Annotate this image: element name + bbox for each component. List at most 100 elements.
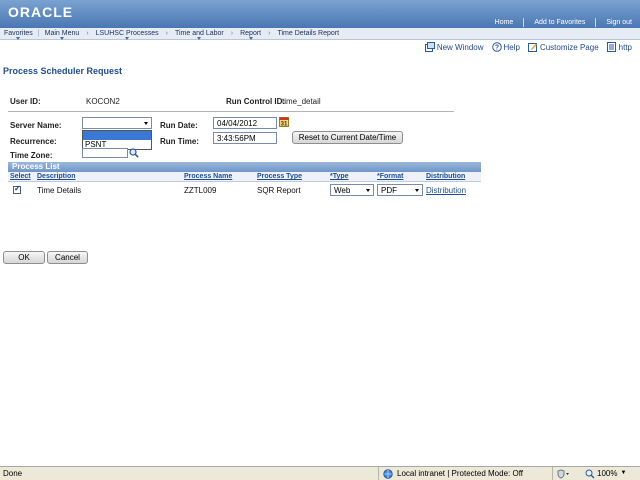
new-window-label: New Window [436, 42, 484, 52]
http-icon [606, 42, 617, 52]
new-window-link[interactable]: New Window [424, 42, 484, 52]
process-list-header: Process List [8, 162, 481, 172]
help-link[interactable]: ? Help [491, 42, 520, 52]
server-option-blank[interactable] [83, 131, 151, 140]
protected-mode-menu[interactable] [552, 467, 569, 480]
shield-icon [557, 468, 569, 479]
select-checkbox[interactable] [13, 184, 21, 194]
distribution-link[interactable]: Distribution [426, 186, 466, 195]
column-header-select[interactable]: Select [10, 173, 31, 180]
row-process-name: ZZTL009 [184, 186, 217, 195]
home-link[interactable]: Home [495, 19, 514, 26]
divider [8, 111, 454, 112]
zoom-icon [585, 469, 595, 478]
breadcrumb-separator-icon: › [268, 30, 271, 37]
chevron-down-icon [16, 37, 21, 40]
zoom-level: 100% [597, 469, 618, 478]
chevron-down-icon: ▼ [620, 470, 627, 476]
breadcrumb-label: Time and Labor [174, 30, 224, 37]
chevron-down-icon [197, 37, 202, 40]
security-zone-label: Local intranet | Protected Mode: Off [397, 469, 523, 478]
run-control-id-value: time_detail [282, 97, 321, 106]
time-zone-input[interactable] [82, 148, 128, 158]
column-header-distribution[interactable]: Distribution [426, 173, 465, 180]
server-name-dropdown-list: PSNT [82, 130, 152, 150]
header-links: Home Add to Favorites Sign out [495, 18, 632, 27]
favorites-menu-label: Favorites [4, 30, 33, 37]
add-to-favorites-link[interactable]: Add to Favorites [534, 19, 585, 26]
link-divider [523, 18, 525, 27]
main-menu[interactable]: Main Menu [41, 30, 84, 40]
app-header: ORACLE Home Add to Favorites Sign out [0, 0, 640, 28]
table-row: Time Details ZZTL009 SQR Report Web PDF … [8, 183, 481, 197]
http-link[interactable]: http [606, 42, 632, 52]
chevron-down-icon [415, 189, 419, 192]
column-header-description[interactable]: Description [37, 173, 76, 180]
user-id-value: KOCON2 [86, 97, 120, 106]
http-label: http [618, 42, 632, 52]
zoom-control[interactable]: 100% ▼ [585, 467, 626, 480]
page-toolbar: New Window ? Help Customize Page http [417, 42, 632, 52]
process-list-column-headers: Select Description Process Name Process … [8, 172, 481, 182]
server-name-label: Server Name: [10, 121, 62, 130]
column-header-format[interactable]: *Format [377, 173, 403, 180]
chevron-down-icon [248, 37, 253, 40]
user-id-label: User ID: [10, 97, 41, 106]
status-text: Done [3, 469, 23, 478]
svg-text:31: 31 [281, 122, 288, 127]
sign-out-link[interactable]: Sign out [606, 19, 632, 26]
chevron-down-icon [144, 122, 148, 125]
breadcrumb-separator-icon: › [230, 30, 234, 37]
breadcrumb-time-details-report: Time Details Report [273, 30, 343, 37]
column-header-process-type[interactable]: Process Type [257, 173, 302, 180]
local-intranet-icon [383, 468, 393, 479]
browser-status-bar: Done Local intranet | Protected Mode: Of… [0, 466, 640, 480]
new-window-icon [424, 42, 435, 52]
type-selected-value: Web [334, 186, 351, 195]
page-title: Process Scheduler Request [3, 66, 123, 76]
column-header-type[interactable]: *Type [330, 173, 349, 180]
customize-page-icon [527, 42, 538, 52]
format-selected-value: PDF [381, 186, 397, 195]
help-label: Help [503, 42, 520, 52]
security-zone: Local intranet | Protected Mode: Off [378, 467, 523, 480]
menu-bar: Favorites | Main Menu › LSUHSC Processes… [0, 28, 640, 40]
recurrence-label: Recurrence: [10, 137, 57, 146]
time-zone-label: Time Zone: [10, 151, 53, 160]
breadcrumb-separator-icon: › [86, 30, 89, 37]
run-time-label: Run Time: [160, 137, 199, 146]
customize-page-link[interactable]: Customize Page [527, 42, 599, 52]
reset-to-current-datetime-button[interactable]: Reset to Current Date/Time [292, 131, 403, 144]
breadcrumb-label: LSUHSC Processes [95, 30, 159, 37]
link-divider [595, 18, 597, 27]
type-select[interactable]: Web [330, 184, 374, 196]
oracle-logo: ORACLE [8, 4, 74, 20]
customize-page-label: Customize Page [539, 42, 599, 52]
breadcrumb-report[interactable]: Report [236, 30, 265, 40]
run-control-id-label: Run Control ID: [226, 97, 286, 106]
help-icon: ? [491, 42, 502, 52]
run-date-input[interactable]: 04/04/2012 [213, 117, 277, 129]
breadcrumb-separator-icon: › [165, 30, 168, 37]
breadcrumb-label: Time Details Report [277, 30, 340, 37]
chevron-down-icon [366, 189, 370, 192]
server-name-select[interactable] [82, 117, 152, 129]
main-menu-label: Main Menu [44, 30, 80, 37]
breadcrumb-label: Report [240, 30, 262, 37]
format-select[interactable]: PDF [377, 184, 423, 196]
chevron-down-icon [59, 37, 64, 40]
calendar-icon[interactable]: 31 [279, 117, 289, 128]
run-time-input[interactable]: 3:43:56PM [213, 132, 277, 144]
search-icon[interactable] [129, 148, 139, 158]
cancel-button[interactable]: Cancel [47, 251, 88, 264]
row-description: Time Details [37, 186, 82, 195]
breadcrumb-time-and-labor[interactable]: Time and Labor [171, 30, 228, 40]
column-header-process-name[interactable]: Process Name [184, 173, 232, 180]
ok-button[interactable]: OK [3, 251, 45, 264]
chevron-down-icon [125, 37, 130, 40]
svg-text:?: ? [494, 45, 498, 52]
favorites-menu[interactable]: Favorites [0, 30, 37, 40]
row-process-type: SQR Report [257, 186, 301, 195]
breadcrumb-lsuhsc-processes[interactable]: LSUHSC Processes [92, 30, 163, 40]
run-date-label: Run Date: [160, 121, 198, 130]
